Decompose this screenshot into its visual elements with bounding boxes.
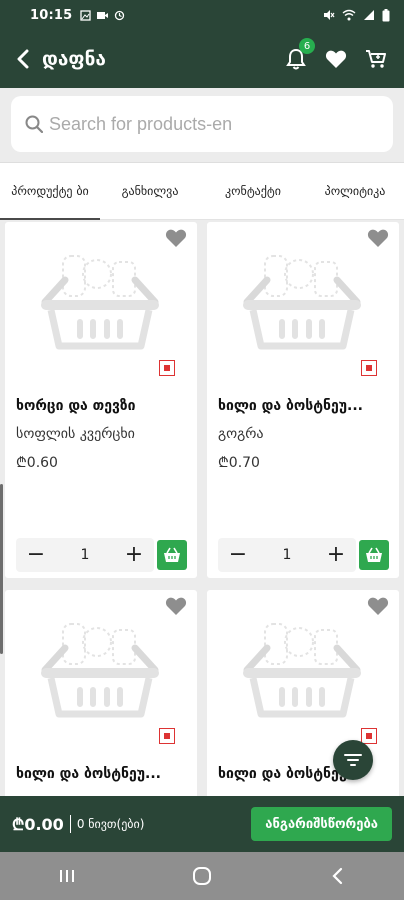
status-time: 10:15 bbox=[30, 7, 73, 23]
status-notification-icons bbox=[80, 9, 125, 21]
cart-button[interactable] bbox=[364, 47, 388, 71]
notifications-button[interactable]: 6 bbox=[284, 38, 315, 71]
tab-reviews[interactable]: განხილვა bbox=[100, 163, 200, 219]
sync-icon bbox=[115, 10, 125, 20]
product-price: ₾0.60 bbox=[16, 455, 58, 471]
home-icon bbox=[192, 867, 211, 885]
checkout-button[interactable]: ანგარიშსწორება bbox=[251, 807, 392, 841]
filter-button[interactable] bbox=[333, 740, 373, 780]
basket-icon bbox=[366, 547, 382, 562]
recents-button[interactable] bbox=[47, 861, 87, 891]
basket-placeholder-icon bbox=[41, 255, 159, 350]
search-area: Search for products-en bbox=[0, 88, 404, 162]
app-bar-actions: 6 bbox=[284, 38, 388, 71]
checkout-bar: ₾0.00 0 ნივთ(ები) ანგარიშსწორება bbox=[0, 796, 404, 852]
status-system-icons bbox=[323, 8, 390, 22]
wifi-icon bbox=[342, 9, 356, 21]
basket-placeholder-icon bbox=[41, 623, 159, 718]
system-nav-bar bbox=[0, 852, 404, 900]
signal-icon bbox=[364, 10, 374, 20]
flag-icon bbox=[159, 728, 175, 744]
status-bar: 10:15 bbox=[0, 0, 404, 30]
product-category: ხორცი და თევზი bbox=[16, 398, 136, 414]
app-screen: 10:15 დაფნა 6 Search for products-en პრო… bbox=[0, 0, 404, 900]
product-card[interactable]: ხილი და ბოსტნეუ... bbox=[5, 590, 197, 796]
video-icon bbox=[97, 11, 109, 19]
product-category: ხილი და ბოსტნეუ... bbox=[16, 766, 161, 782]
flag-icon bbox=[361, 360, 377, 376]
heart-icon[interactable] bbox=[367, 228, 389, 248]
basket-placeholder-icon bbox=[243, 623, 361, 718]
cart-icon bbox=[366, 50, 386, 68]
system-back-button[interactable] bbox=[317, 861, 357, 891]
tab-contact[interactable]: კონტაქტი bbox=[200, 163, 306, 219]
heart-icon[interactable] bbox=[165, 228, 187, 248]
flag-icon bbox=[159, 360, 175, 376]
decrement-button[interactable]: − bbox=[228, 544, 248, 566]
tab-label: განხილვა bbox=[121, 184, 179, 198]
divider bbox=[69, 815, 71, 833]
decrement-button[interactable]: − bbox=[26, 544, 46, 566]
product-name: სოფლის კვერცხი bbox=[16, 426, 135, 442]
quantity-stepper: − 1 + bbox=[16, 538, 154, 572]
recents-icon bbox=[60, 870, 75, 882]
add-to-basket-button[interactable] bbox=[359, 540, 389, 570]
tab-label: პროდუქტე ბი bbox=[11, 184, 89, 198]
filter-icon bbox=[344, 754, 362, 766]
favorites-button[interactable] bbox=[324, 47, 348, 71]
heart-icon[interactable] bbox=[165, 596, 187, 616]
heart-icon bbox=[325, 50, 347, 68]
flag-icon bbox=[361, 728, 377, 744]
quantity-stepper: − 1 + bbox=[218, 538, 356, 572]
search-input[interactable]: Search for products-en bbox=[11, 96, 393, 152]
search-icon bbox=[25, 115, 43, 133]
quantity-value: 1 bbox=[80, 547, 90, 563]
cart-items-count: 0 ნივთ(ები) bbox=[76, 817, 145, 831]
tab-products[interactable]: პროდუქტე ბი bbox=[0, 163, 100, 220]
notification-badge: 6 bbox=[299, 38, 315, 54]
increment-button[interactable]: + bbox=[124, 544, 144, 566]
mute-icon bbox=[324, 10, 335, 20]
increment-button[interactable]: + bbox=[326, 544, 346, 566]
basket-placeholder-icon bbox=[243, 255, 361, 350]
gallery-icon bbox=[80, 9, 92, 21]
back-button[interactable] bbox=[8, 39, 38, 79]
product-price: ₾0.70 bbox=[218, 455, 260, 471]
category-tabs: პროდუქტე ბი განხილვა კონტაქტი პოლიტიკა bbox=[0, 162, 404, 220]
product-grid: ხორცი და თევზი სოფლის კვერცხი ₾0.60 − 1 … bbox=[0, 220, 404, 796]
tab-policy[interactable]: პოლიტიკა bbox=[306, 163, 404, 219]
heart-icon[interactable] bbox=[367, 596, 389, 616]
battery-icon bbox=[382, 8, 390, 21]
page-title: დაფნა bbox=[42, 48, 106, 70]
home-button[interactable] bbox=[182, 861, 222, 891]
product-name: გოგრა bbox=[218, 426, 264, 442]
app-bar: დაფნა 6 bbox=[0, 30, 404, 88]
quantity-value: 1 bbox=[282, 547, 292, 563]
back-chevron-icon bbox=[332, 867, 342, 885]
product-card[interactable]: ხორცი და თევზი სოფლის კვერცხი ₾0.60 − 1 … bbox=[5, 222, 197, 578]
tab-label: პოლიტიკა bbox=[324, 184, 386, 198]
checkout-button-label: ანგარიშსწორება bbox=[265, 816, 378, 832]
back-arrow-icon bbox=[17, 49, 29, 69]
basket-icon bbox=[164, 547, 180, 562]
product-category: ხილი და ბოსტნეუ... bbox=[218, 398, 363, 414]
search-placeholder: Search for products-en bbox=[49, 113, 233, 134]
cart-total: ₾0.00 bbox=[12, 815, 64, 834]
scroll-indicator[interactable] bbox=[0, 484, 3, 654]
tab-label: კონტაქტი bbox=[225, 184, 281, 198]
product-card[interactable]: ხილი და ბოსტნეუ... გოგრა ₾0.70 − 1 + bbox=[207, 222, 399, 578]
add-to-basket-button[interactable] bbox=[157, 540, 187, 570]
